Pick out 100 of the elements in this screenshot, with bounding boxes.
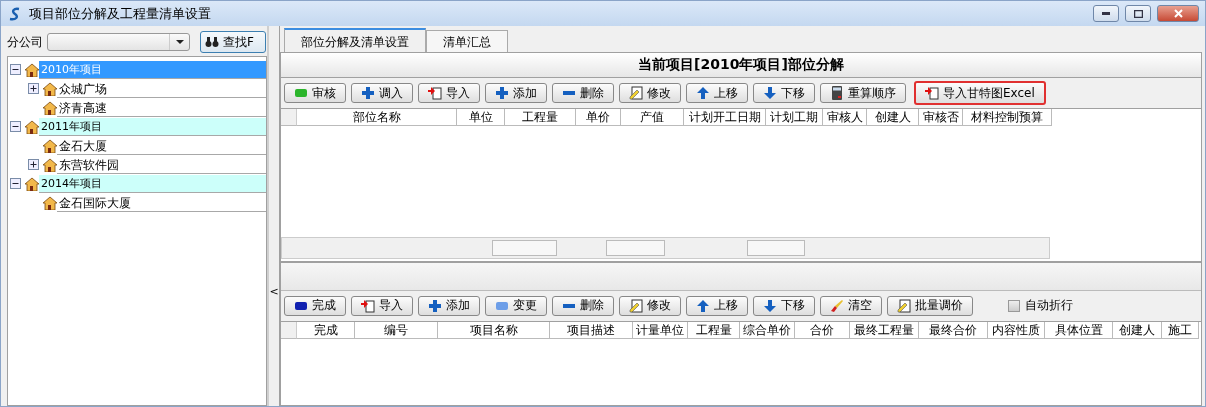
house-icon bbox=[41, 100, 57, 115]
toolbar-button[interactable]: 重算顺序 bbox=[820, 83, 906, 103]
column-header[interactable]: 部位名称 bbox=[297, 109, 457, 126]
column-header[interactable]: 材料控制预算 bbox=[963, 109, 1052, 126]
column-header[interactable]: 项目描述 bbox=[550, 321, 633, 339]
house-icon bbox=[23, 176, 39, 191]
tree-item[interactable]: 2011年项目 bbox=[39, 117, 266, 136]
toolbar-button[interactable]: 调入 bbox=[351, 83, 413, 103]
column-header[interactable]: 工程量 bbox=[688, 321, 740, 339]
edit-icon bbox=[897, 298, 911, 313]
column-header[interactable]: 创建人 bbox=[867, 109, 919, 126]
minimize-icon bbox=[1102, 12, 1110, 15]
import-icon bbox=[925, 86, 939, 100]
house-icon bbox=[41, 138, 57, 153]
toolbar-button[interactable]: 上移 bbox=[686, 83, 748, 103]
brush-icon bbox=[830, 298, 844, 313]
up-arrow-icon bbox=[696, 298, 710, 313]
column-header[interactable]: 具体位置 bbox=[1045, 321, 1113, 339]
collapse-icon[interactable] bbox=[10, 121, 21, 132]
branch-label: 分公司 bbox=[7, 33, 43, 51]
toolbar-button[interactable]: 导入甘特图Excel bbox=[914, 81, 1046, 105]
column-header[interactable]: 产值 bbox=[621, 109, 684, 126]
toolbar-button[interactable]: 批量调价 bbox=[887, 295, 973, 316]
column-header[interactable]: 项目名称 bbox=[438, 321, 550, 339]
plus-icon bbox=[428, 298, 442, 313]
toolbar-button[interactable]: 完成 bbox=[284, 295, 346, 316]
toolbar-button[interactable]: 添加 bbox=[418, 295, 480, 316]
checkbox[interactable] bbox=[1008, 299, 1020, 312]
down-arrow-icon bbox=[763, 86, 777, 100]
import-icon bbox=[361, 298, 375, 313]
toolbar-button[interactable]: 导入 bbox=[351, 295, 413, 316]
row-indicator-header bbox=[281, 109, 297, 126]
column-header[interactable]: 综合单价 bbox=[740, 321, 795, 339]
toolbar-button[interactable]: 删除 bbox=[552, 83, 614, 103]
down-arrow-icon bbox=[763, 298, 777, 313]
edit-icon bbox=[629, 86, 643, 100]
plus-icon bbox=[361, 86, 375, 100]
toolbar-button[interactable]: 下移 bbox=[753, 295, 815, 316]
column-header[interactable]: 工程量 bbox=[505, 109, 576, 126]
maximize-button[interactable] bbox=[1125, 5, 1151, 22]
column-header[interactable]: 计划开工日期 bbox=[684, 109, 766, 126]
close-button[interactable] bbox=[1157, 5, 1199, 22]
minimize-button[interactable] bbox=[1093, 5, 1119, 22]
maximize-icon bbox=[1133, 9, 1143, 18]
approve-icon bbox=[294, 86, 308, 100]
collapse-icon[interactable] bbox=[10, 178, 21, 189]
close-icon bbox=[1173, 9, 1183, 18]
binoculars-icon bbox=[205, 35, 219, 49]
summary-cell bbox=[492, 239, 557, 256]
edit-icon bbox=[629, 298, 643, 313]
find-button[interactable]: 查找F bbox=[200, 31, 266, 53]
toolbar-button[interactable]: 修改 bbox=[619, 295, 681, 316]
expand-icon[interactable] bbox=[28, 159, 39, 170]
branch-select[interactable] bbox=[47, 33, 190, 51]
column-header[interactable]: 最终合价 bbox=[919, 321, 988, 339]
window-title: 项目部位分解及工程量清单设置 bbox=[29, 4, 212, 23]
dropdown-arrow-icon bbox=[175, 40, 184, 44]
column-header[interactable]: 内容性质 bbox=[988, 321, 1045, 339]
collapse-icon[interactable] bbox=[10, 64, 21, 75]
house-icon bbox=[23, 119, 39, 134]
toolbar-button[interactable]: 清空 bbox=[820, 295, 882, 316]
column-header[interactable]: 单价 bbox=[576, 109, 621, 126]
column-header[interactable]: 合价 bbox=[795, 321, 850, 339]
expand-icon[interactable] bbox=[28, 83, 39, 94]
column-header[interactable]: 施工 bbox=[1162, 321, 1199, 339]
row-indicator-header bbox=[281, 321, 297, 339]
summary-cell bbox=[747, 239, 805, 256]
import-icon bbox=[428, 86, 442, 100]
tab[interactable]: 清单汇总 bbox=[426, 30, 508, 52]
tree-item[interactable]: 济青高速 bbox=[57, 98, 266, 117]
toolbar-button[interactable]: 上移 bbox=[686, 295, 748, 316]
toolbar-button[interactable]: 修改 bbox=[619, 83, 681, 103]
house-icon bbox=[41, 81, 57, 96]
column-header[interactable]: 审核人 bbox=[823, 109, 867, 126]
house-icon bbox=[23, 62, 39, 77]
column-header[interactable]: 编号 bbox=[355, 321, 438, 339]
toolbar-button[interactable]: 下移 bbox=[753, 83, 815, 103]
toolbar-button[interactable]: 导入 bbox=[418, 83, 480, 103]
column-header[interactable]: 计量单位 bbox=[633, 321, 688, 339]
plus-icon bbox=[495, 86, 509, 100]
toolbar-button[interactable]: 变更 bbox=[485, 295, 547, 316]
column-header[interactable]: 单位 bbox=[457, 109, 505, 126]
column-header[interactable]: 完成 bbox=[297, 321, 355, 339]
toolbar-button[interactable]: 添加 bbox=[485, 83, 547, 103]
section-caption: 当前项目[2010年项目]部位分解 bbox=[281, 53, 1201, 78]
column-header[interactable]: 审核否 bbox=[919, 109, 963, 126]
collapse-grip[interactable]: < bbox=[269, 284, 279, 298]
toolbar-button[interactable]: 删除 bbox=[552, 295, 614, 316]
house-icon bbox=[41, 157, 57, 172]
column-header[interactable]: 计划工期 bbox=[766, 109, 823, 126]
tree-item[interactable]: 2014年项目 bbox=[39, 174, 266, 193]
tab[interactable]: 部位分解及清单设置 bbox=[284, 28, 426, 52]
summary-cell bbox=[606, 239, 665, 256]
calculator-icon bbox=[830, 86, 844, 100]
toolbar-button[interactable]: 审核 bbox=[284, 83, 346, 103]
column-header[interactable]: 最终工程量 bbox=[850, 321, 919, 339]
house-icon bbox=[41, 195, 57, 210]
column-header[interactable]: 创建人 bbox=[1113, 321, 1162, 339]
up-arrow-icon bbox=[696, 86, 710, 100]
auto-wrap-checkbox[interactable]: 自动折行 bbox=[1008, 297, 1073, 315]
